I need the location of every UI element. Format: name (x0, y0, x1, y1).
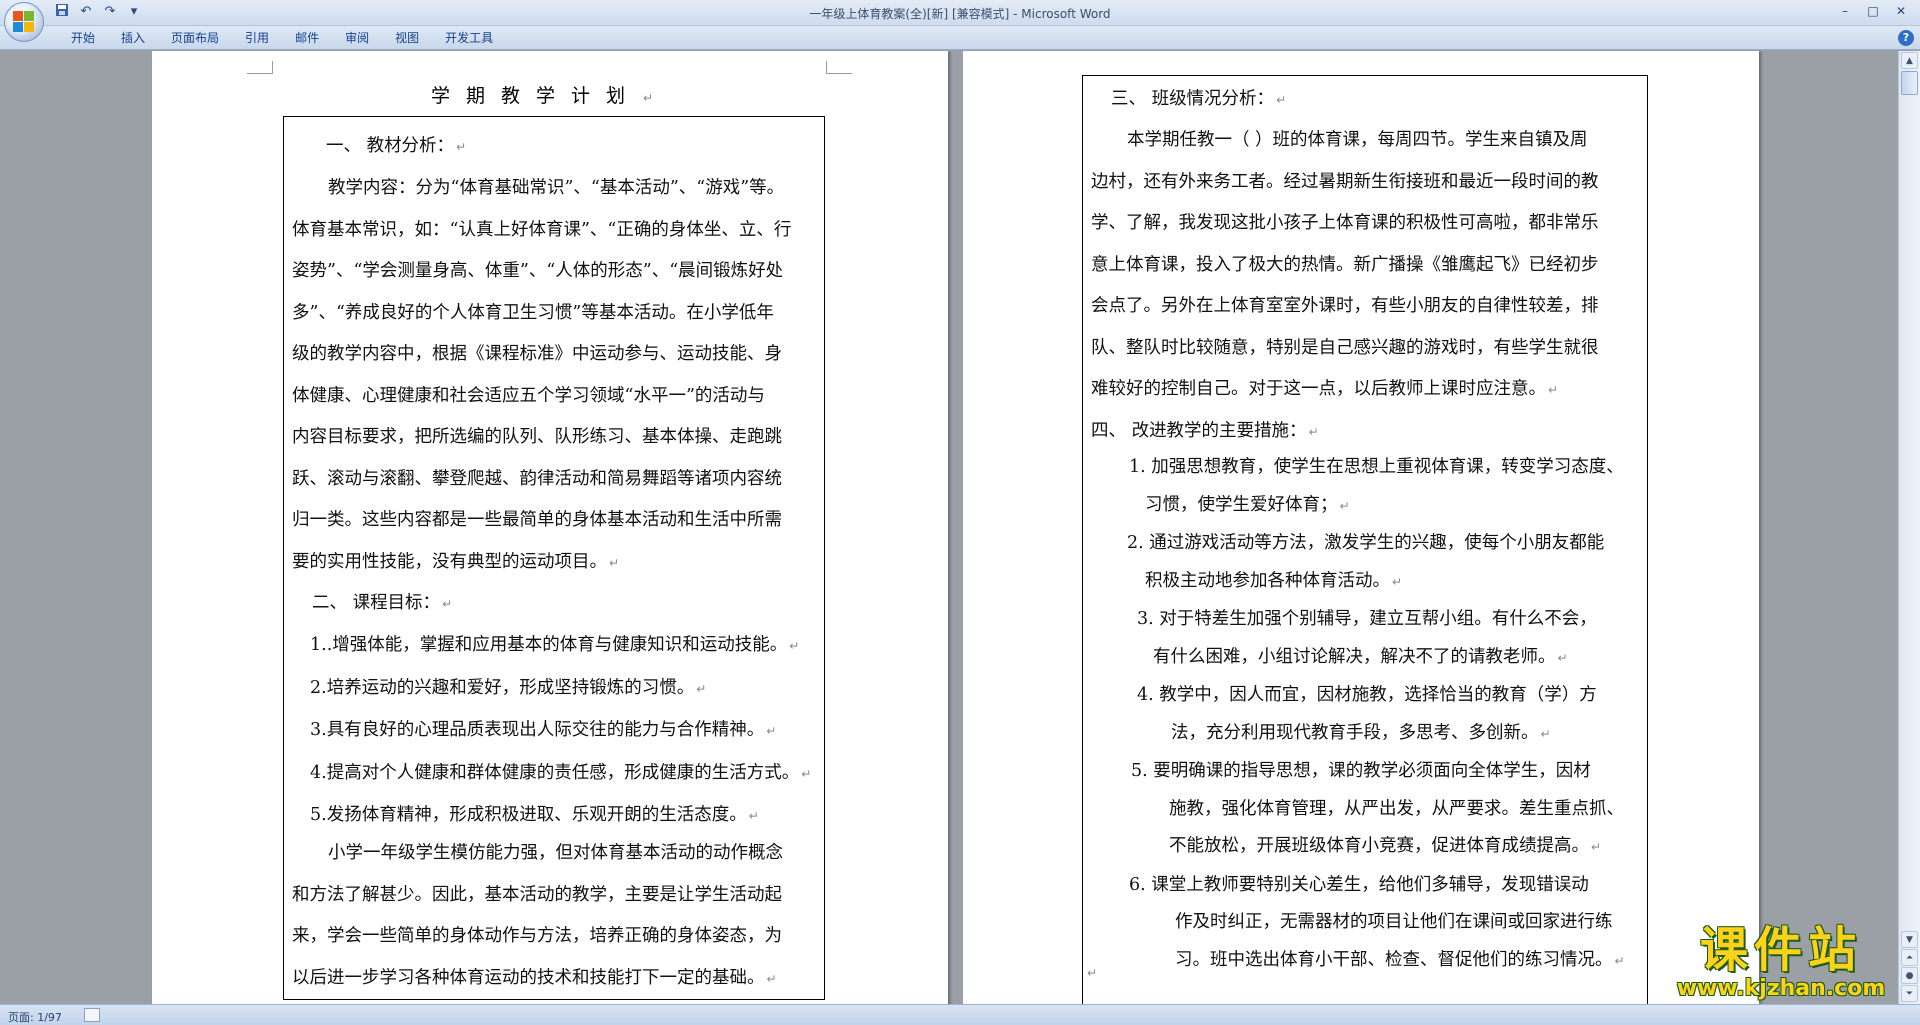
maximize-button[interactable]: □ (1860, 2, 1886, 20)
paragraph-class-analysis: 本学期任教一（ ）班的体育课，每周四节。学生来自镇及周 边村，还有外来务工者。经… (1091, 130, 1599, 399)
tab-review[interactable]: 审阅 (332, 30, 382, 46)
tab-view[interactable]: 视图 (382, 30, 432, 46)
previous-page-icon[interactable]: ⏶ (1901, 949, 1918, 966)
list-item: 2. 通过游戏活动等方法，激发学生的兴趣，使每个小朋友都能 (1127, 533, 1605, 553)
page-title: 学期教学计划 ↵ (430, 85, 670, 107)
help-icon[interactable]: ? (1898, 30, 1914, 46)
tab-developer[interactable]: 开发工具 (432, 30, 506, 46)
list-item: 4.提高对个人健康和群体健康的责任感，形成健康的生活方式。 ↵ (310, 762, 812, 783)
window-title: 一年级上体育教案(全)[新] [兼容模式] - Microsoft Word (809, 7, 1111, 21)
section-heading-goals: 二、 课程目标： ↵ (312, 593, 453, 613)
paragraph-materials: 教学内容：分为“体育基础常识”、“基本活动”、“游戏”等。 体育基本常识，如：“… (292, 178, 792, 572)
status-bar: 页面: 1/97 (0, 1004, 1920, 1025)
crop-mark (826, 61, 852, 74)
section-heading-materials: 一、 教材分析： ↵ (326, 136, 467, 156)
vertical-scrollbar[interactable]: ▲ ▼ ⏶ ● ⏷ (1898, 51, 1920, 1004)
office-button[interactable] (4, 2, 44, 42)
measures-list: 1. 加强思想教育，使学生在思想上重视体育课，转变学习态度、 习惯，使学生爱好体… (1091, 449, 1647, 980)
list-item: 3. 对于特差生加强个别辅导，建立互帮小组。有什么不会， (1137, 609, 1597, 629)
tab-mailings[interactable]: 邮件 (282, 30, 332, 46)
list-item: 3.具有良好的心理品质表现出人际交往的能力与合作精神。 ↵ (310, 720, 777, 740)
goals-list: 1..增强体能，掌握和应用基本的体育与健康知识和运动技能。 ↵ 2.培养运动的兴趣… (292, 625, 832, 838)
trailing-paragraph-mark: ↵ (1087, 966, 1098, 980)
list-item: 5.发扬体育精神，形成积极进取、乐观开朗的生活态度。 ↵ (310, 805, 759, 825)
page-count[interactable]: 页面: 1/97 (8, 1009, 62, 1025)
watermark-text: 课件站 (1699, 922, 1862, 978)
list-item: 1..增强体能，掌握和应用基本的体育与健康知识和运动技能。 ↵ (310, 635, 800, 655)
proofing-icon[interactable] (84, 1008, 100, 1022)
paragraph-closing: 小学一年级学生模仿能力强，但对体育基本活动的动作概念 和方法了解甚少。因此，基本… (292, 843, 783, 988)
title-bar: ↶ ↷ ▾ 一年级上体育教案(全)[新] [兼容模式] - Microsoft … (0, 0, 1920, 42)
scroll-down-icon[interactable]: ▼ (1901, 931, 1918, 948)
scroll-up-icon[interactable]: ▲ (1901, 52, 1918, 69)
list-item: 2.培养运动的兴趣和爱好，形成坚持锻炼的习惯。 ↵ (310, 677, 707, 698)
tab-references[interactable]: 引用 (232, 30, 282, 46)
crop-mark (247, 61, 273, 74)
ribbon: 开始 插入 页面布局 引用 邮件 审阅 视图 开发工具 ? (0, 26, 1920, 50)
list-item: 5. 要明确课的指导思想，课的教学必须面向全体学生，因材 (1131, 761, 1591, 781)
document-area[interactable]: 学期教学计划 ↵ 一、 教材分析： ↵ 教学内容：分为“体育基础常识”、“基本活动”… (0, 51, 1898, 1004)
section-heading-class: 三、 班级情况分析： ↵ (1111, 89, 1287, 109)
browse-object-icon[interactable]: ● (1901, 967, 1918, 984)
minimize-button[interactable]: – (1832, 2, 1858, 20)
watermark-url: www.kjzhan.com (1676, 976, 1886, 1001)
list-item: 1. 加强思想教育，使学生在思想上重视体育课，转变学习态度、 (1129, 457, 1624, 477)
scrollbar-thumb[interactable] (1901, 71, 1918, 95)
list-item: 4. 教学中，因人而宜，因材施教，选择恰当的教育（学）方 (1137, 685, 1597, 705)
page-right[interactable]: 三、 班级情况分析： ↵ 本学期任教一（ ）班的体育课，每周四节。学生来自镇及周 … (963, 51, 1759, 1004)
tab-insert[interactable]: 插入 (108, 30, 158, 46)
section-heading-measures: 四、 改进教学的主要措施： ↵ (1091, 421, 1319, 441)
page-left[interactable]: 学期教学计划 ↵ 一、 教材分析： ↵ 教学内容：分为“体育基础常识”、“基本活动”… (152, 51, 948, 1004)
watermark-logo: 课件站 www.kjzhan.com (1666, 922, 1896, 1004)
next-page-icon[interactable]: ⏷ (1901, 985, 1918, 1002)
office-logo-icon (13, 11, 35, 33)
list-item: 6. 课堂上教师要特别关心差生，给他们多辅导，发现错误动 (1129, 874, 1589, 895)
tab-home[interactable]: 开始 (58, 30, 108, 46)
tab-page-layout[interactable]: 页面布局 (158, 30, 232, 46)
close-button[interactable]: ✕ (1888, 2, 1914, 20)
